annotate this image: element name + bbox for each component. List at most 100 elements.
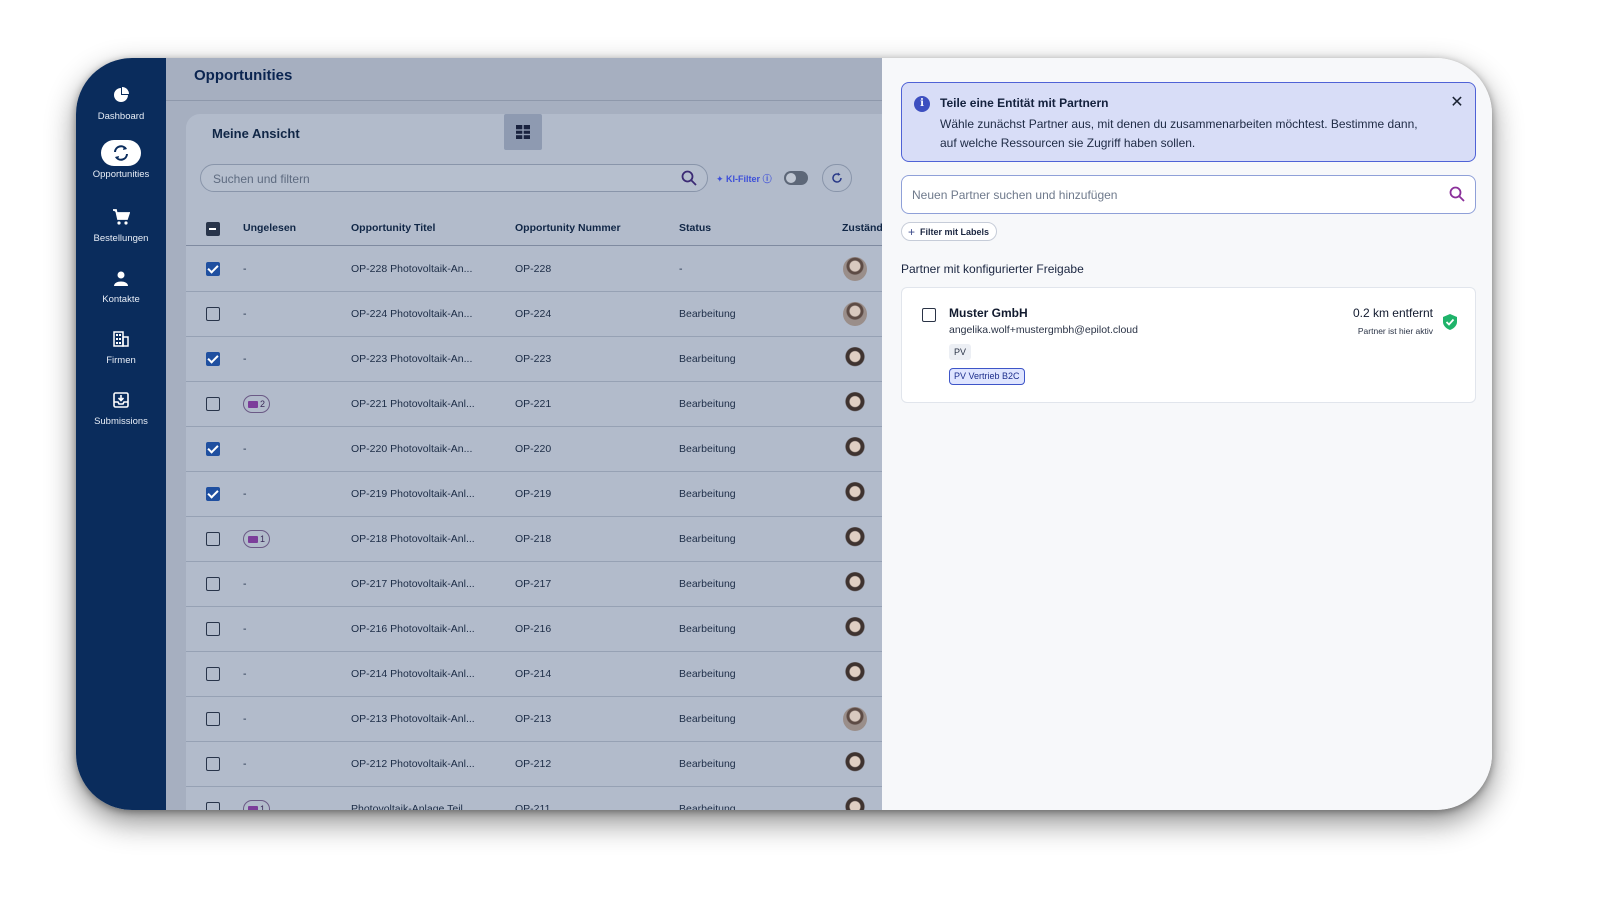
sidebar-item-bestellungen[interactable]: Bestellungen [76, 204, 166, 260]
row-checkbox[interactable] [206, 712, 220, 726]
partner-card[interactable]: Muster GmbH angelika.wolf+mustergmbh@epi… [901, 287, 1476, 403]
unread-badge[interactable]: 1 [243, 800, 271, 810]
info-icon: i [914, 96, 930, 112]
refresh-icon [832, 172, 842, 183]
opportunity-title-cell[interactable]: OP-228 Photovoltaik-An... [351, 263, 472, 275]
row-checkbox[interactable] [206, 307, 220, 321]
unread-cell: - [243, 308, 247, 320]
sidebar-item-kontakte[interactable]: Kontakte [76, 265, 166, 321]
inbox-icon [101, 387, 141, 413]
sidebar-item-dashboard[interactable]: Dashboard [76, 82, 166, 138]
opportunity-title-cell[interactable]: OP-220 Photovoltaik-An... [351, 443, 472, 455]
mail-icon [248, 805, 258, 810]
opportunity-title-cell[interactable]: OP-212 Photovoltaik-Anl... [351, 758, 475, 770]
avatar [843, 707, 867, 731]
opportunity-title-cell[interactable]: OP-214 Photovoltaik-Anl... [351, 668, 475, 680]
unread-cell: - [243, 623, 247, 635]
plus-icon: + [908, 224, 916, 239]
table-view-button[interactable] [504, 114, 542, 150]
partner-search-placeholder: Neuen Partner suchen und hinzufügen [912, 188, 1118, 202]
row-checkbox[interactable] [206, 757, 220, 771]
table-row[interactable]: 1 Photovoltaik-Anlage Teil... OP-211 Bearbe… [186, 787, 882, 810]
column-header-titel[interactable]: Opportunity Titel [351, 222, 435, 234]
table-row[interactable]: - OP-212 Photovoltaik-Anl... OP-212 Bearbei… [186, 742, 882, 787]
sidebar: Dashboard Opportunities Bestellungen Kon… [76, 58, 166, 810]
unread-badge[interactable]: 2 [243, 395, 271, 413]
avatar [843, 527, 867, 551]
avatar [843, 257, 867, 281]
status-cell: Bearbeitung [679, 398, 736, 410]
partner-checkbox[interactable] [922, 308, 936, 322]
status-cell: Bearbeitung [679, 668, 736, 680]
search-icon [681, 170, 697, 186]
row-checkbox[interactable] [206, 577, 220, 591]
opportunity-title-cell[interactable]: OP-223 Photovoltaik-An... [351, 353, 472, 365]
unread-badge[interactable]: 1 [243, 530, 271, 548]
unread-count: 1 [260, 804, 266, 810]
row-checkbox[interactable] [206, 802, 220, 810]
table-row[interactable]: 1 OP-218 Photovoltaik-Anl... OP-218 Bearbei… [186, 517, 882, 562]
status-cell: - [679, 263, 683, 275]
page-title: Opportunities [194, 67, 293, 84]
row-checkbox[interactable] [206, 397, 220, 411]
row-checkbox[interactable] [206, 532, 220, 546]
table-row[interactable]: - OP-214 Photovoltaik-Anl... OP-214 Bearbei… [186, 652, 882, 697]
section-label: Partner mit konfigurierter Freigabe [901, 262, 1084, 276]
partner-tag: PV [949, 344, 972, 360]
row-checkbox[interactable] [206, 262, 220, 276]
cart-icon [101, 204, 141, 230]
opportunity-title-cell[interactable]: OP-213 Photovoltaik-Anl... [351, 713, 475, 725]
opportunity-number-cell: OP-220 [515, 443, 552, 455]
person-icon [101, 265, 141, 291]
row-checkbox[interactable] [206, 352, 220, 366]
table-row[interactable]: - OP-220 Photovoltaik-An... OP-220 Bearbeit… [186, 427, 882, 472]
table-row[interactable]: - OP-219 Photovoltaik-Anl... OP-219 Bearbei… [186, 472, 882, 517]
opportunity-title-cell[interactable]: OP-224 Photovoltaik-An... [351, 308, 472, 320]
opportunity-title-cell[interactable]: OP-216 Photovoltaik-Anl... [351, 623, 475, 635]
column-header-status[interactable]: Status [679, 222, 711, 234]
partner-search-input[interactable]: Neuen Partner suchen und hinzufügen [901, 175, 1476, 214]
avatar [843, 752, 867, 776]
sidebar-item-submissions[interactable]: Submissions [76, 387, 166, 443]
row-checkbox[interactable] [206, 442, 220, 456]
partner-distance: 0.2 km entfernt [1352, 306, 1433, 320]
opportunity-title-cell[interactable]: OP-217 Photovoltaik-Anl... [351, 578, 475, 590]
table-row[interactable]: - OP-213 Photovoltaik-Anl... OP-213 Bearbei… [186, 697, 882, 742]
search-placeholder: Suchen und filtern [213, 172, 310, 186]
tab-meine-ansicht[interactable]: Meine Ansicht [212, 126, 300, 141]
page-header: Opportunities [166, 58, 882, 101]
opportunity-number-cell: OP-217 [515, 578, 552, 590]
unread-cell: - [243, 443, 247, 455]
info-banner: i Teile eine Entität mit Partnern Wähle … [901, 82, 1476, 162]
opportunity-title-cell[interactable]: OP-218 Photovoltaik-Anl... [351, 533, 475, 545]
table-row[interactable]: - OP-224 Photovoltaik-An... OP-224 Bearbeit… [186, 292, 882, 337]
opportunity-title-cell[interactable]: Photovoltaik-Anlage Teil... [351, 803, 472, 810]
table-row[interactable]: 2 OP-221 Photovoltaik-Anl... OP-221 Bearbei… [186, 382, 882, 427]
select-all-checkbox[interactable] [206, 222, 220, 236]
opportunity-title-cell[interactable]: OP-219 Photovoltaik-Anl... [351, 488, 475, 500]
row-checkbox[interactable] [206, 487, 220, 501]
opportunity-title-cell[interactable]: OP-221 Photovoltaik-Anl... [351, 398, 475, 410]
table-row[interactable]: - OP-216 Photovoltaik-Anl... OP-216 Bearbei… [186, 607, 882, 652]
status-cell: Bearbeitung [679, 443, 736, 455]
row-checkbox[interactable] [206, 667, 220, 681]
table-row[interactable]: - OP-217 Photovoltaik-Anl... OP-217 Bearbei… [186, 562, 882, 607]
unread-cell: - [243, 353, 247, 365]
avatar [843, 302, 867, 326]
table-row[interactable]: - OP-223 Photovoltaik-An... OP-223 Bearbeit… [186, 337, 882, 382]
close-icon[interactable]: ✕ [1449, 95, 1465, 111]
refresh-button[interactable] [822, 164, 852, 192]
ki-filter-toggle[interactable] [784, 171, 808, 185]
column-header-zustaendig[interactable]: Zuständ [842, 222, 883, 234]
filter-labels-button[interactable]: + Filter mit Labels [901, 222, 998, 241]
column-header-nummer[interactable]: Opportunity Nummer [515, 222, 621, 234]
opportunity-number-cell: OP-221 [515, 398, 552, 410]
app-window: Dashboard Opportunities Bestellungen Kon… [76, 58, 1492, 810]
row-checkbox[interactable] [206, 622, 220, 636]
sidebar-item-opportunities[interactable]: Opportunities [76, 140, 166, 196]
unread-cell: - [243, 713, 247, 725]
table-row[interactable]: - OP-228 Photovoltaik-An... OP-228 - [186, 247, 882, 292]
search-input[interactable]: Suchen und filtern [200, 164, 708, 192]
sidebar-item-firmen[interactable]: Firmen [76, 326, 166, 382]
column-header-ungelesen[interactable]: Ungelesen [243, 222, 296, 234]
